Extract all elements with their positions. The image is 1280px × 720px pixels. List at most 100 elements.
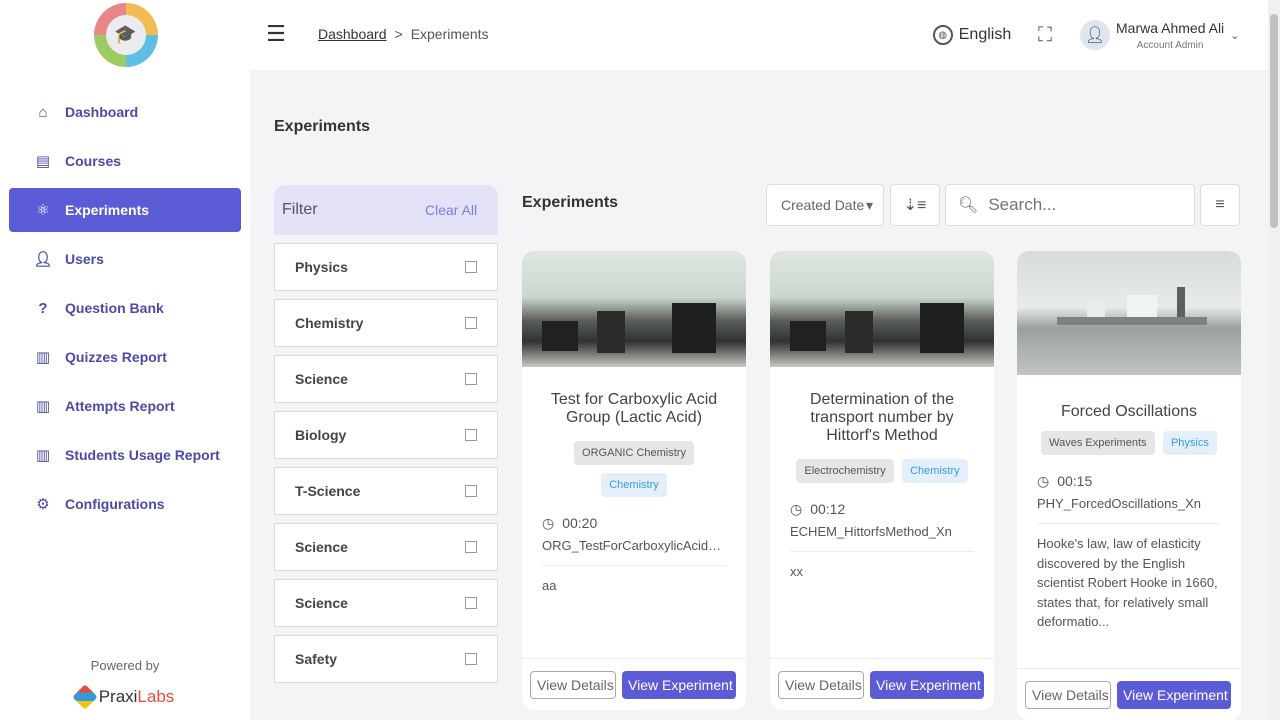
filter-header: Filter Clear All (274, 185, 498, 235)
experiment-card: Forced Oscillations Waves Experiments Ph… (1017, 251, 1241, 720)
sort-select[interactable]: Created Date ▾ (766, 184, 884, 226)
brand-left: Praxi (98, 687, 138, 706)
scrollbar-thumb[interactable] (1270, 14, 1278, 228)
card-actions: View Details View Experiment (1017, 668, 1241, 720)
list-view-menu-button[interactable]: ≡ (1200, 184, 1240, 226)
report-icon: ▥ (35, 447, 51, 464)
hamburger-menu-icon[interactable]: ☰ (250, 0, 302, 67)
sidebar-item-experiments[interactable]: ⚛ Experiments (9, 188, 241, 232)
view-experiment-button[interactable]: View Experiment (1117, 680, 1231, 709)
tag-list: ORGANIC Chemistry Chemistry (522, 437, 746, 501)
experiment-title[interactable]: Forced Oscillations (1035, 403, 1223, 421)
atom-icon: ⚛ (36, 202, 50, 219)
account-role: Account Admin (1136, 39, 1204, 51)
experiment-code: ORG_TestForCarboxylicAcidGroup (542, 538, 726, 553)
filter-checkbox[interactable] (465, 485, 477, 497)
filter-item-label: Safety (295, 651, 338, 667)
clock-icon: ◷ (1037, 473, 1050, 489)
user-icon: 👤︎ (33, 251, 53, 268)
filter-item-science-3[interactable]: Science (274, 579, 498, 627)
filter-item-t-science[interactable]: T-Science (274, 467, 498, 515)
clock-icon: ◷ (790, 501, 803, 517)
book-icon: ▤ (35, 153, 51, 170)
experiment-thumbnail (1017, 251, 1241, 375)
experiment-title[interactable]: Test for Carboxylic Acid Group (Lactic A… (540, 391, 728, 427)
sidebar-item-label: Experiments (65, 202, 150, 218)
clock-icon: ◷ (542, 515, 555, 531)
sort-order-icon: ⇣≡ (903, 197, 927, 214)
sidebar-item-label: Question Bank (65, 300, 164, 316)
report-icon: ▥ (35, 398, 51, 415)
experiment-duration: 00:15 (1057, 473, 1093, 489)
sidebar-item-students-usage-report[interactable]: ▥ Students Usage Report (9, 433, 241, 477)
logo-bulb-icon: 🎓 (93, 2, 158, 67)
graduation-cap-icon: 🎓 (105, 14, 146, 55)
category-tag: Waves Experiments (1041, 431, 1155, 455)
filter-item-biology[interactable]: Biology (274, 411, 498, 459)
filter-checkbox[interactable] (465, 429, 477, 441)
view-experiment-button[interactable]: View Experiment (622, 670, 736, 699)
sidebar-item-dashboard[interactable]: ⌂ Dashboard (9, 90, 241, 134)
filter-item-label: Science (295, 595, 348, 611)
chevron-down-icon: ⌄ (1230, 29, 1240, 42)
language-selector[interactable]: ◍ English (922, 0, 1022, 70)
tag-list: Electrochemistry Chemistry (770, 455, 994, 487)
experiment-thumbnail (770, 251, 994, 367)
breadcrumb-dashboard-link[interactable]: Dashboard (318, 26, 387, 42)
filter-checkbox[interactable] (465, 373, 477, 385)
app-logo[interactable]: 🎓 (24, 0, 227, 69)
sidebar-item-question-bank[interactable]: ? Question Bank (9, 286, 241, 330)
breadcrumb: Dashboard > Experiments (318, 26, 489, 42)
sidebar-item-label: Attempts Report (65, 398, 175, 414)
subject-tag: Chemistry (601, 473, 667, 497)
filter-checkbox[interactable] (465, 597, 477, 609)
filter-item-science[interactable]: Science (274, 355, 498, 403)
tag-list: Waves Experiments Physics (1017, 427, 1241, 459)
brand-right: Labs (137, 687, 175, 706)
praxilabs-logo: Praxi Labs (0, 684, 250, 710)
fullscreen-icon[interactable]: ⛶ (1022, 0, 1068, 70)
experiment-code: ECHEM_HittorfsMethod_Xn (790, 524, 952, 539)
sidebar-item-label: Users (65, 251, 104, 267)
sidebar-item-label: Students Usage Report (65, 447, 220, 463)
subject-tag: Chemistry (902, 459, 968, 483)
filter-checkbox[interactable] (465, 317, 477, 329)
sidebar-item-quizzes-report[interactable]: ▥ Quizzes Report (9, 335, 241, 379)
sort-direction-button[interactable]: ⇣≡ (890, 184, 940, 226)
view-details-button[interactable]: View Details (1025, 680, 1111, 709)
filter-item-science-2[interactable]: Science (274, 523, 498, 571)
filter-item-physics[interactable]: Physics (274, 243, 498, 291)
search-icon: 🔍︎ (958, 197, 979, 214)
filter-item-chemistry[interactable]: Chemistry (274, 299, 498, 347)
avatar: 👤︎ (1080, 20, 1110, 50)
page-scrollbar[interactable] (1268, 0, 1280, 720)
category-tag: ORGANIC Chemistry (574, 441, 694, 465)
question-icon: ? (38, 299, 48, 317)
filter-checkbox[interactable] (465, 653, 477, 665)
view-details-button[interactable]: View Details (530, 670, 616, 699)
view-details-button[interactable]: View Details (778, 670, 864, 699)
filter-item-safety[interactable]: Safety (274, 635, 498, 683)
sidebar-item-courses[interactable]: ▤ Courses (9, 139, 241, 183)
search-input[interactable] (988, 195, 1179, 215)
filter-item-label: Physics (295, 259, 348, 275)
filter-checkbox[interactable] (465, 261, 477, 273)
card-actions: View Details View Experiment (770, 658, 994, 710)
experiment-meta: ◷ 00:15 PHY_ForcedOscillations_Xn (1037, 473, 1221, 511)
account-menu[interactable]: 👤︎ Marwa Ahmed Ali Account Admin ⌄ (1068, 0, 1252, 70)
sidebar-item-users[interactable]: 👤︎ Users (9, 237, 241, 281)
account-name: Marwa Ahmed Ali (1116, 19, 1225, 36)
filter-checkbox[interactable] (465, 541, 477, 553)
filter-title: Filter (282, 201, 318, 218)
sidebar-item-label: Quizzes Report (65, 349, 167, 365)
sidebar: 🎓 ⌂ Dashboard ▤ Courses ⚛ Experiments 👤︎… (0, 0, 250, 720)
clear-all-button[interactable]: Clear All (412, 193, 490, 227)
sidebar-item-label: Dashboard (65, 104, 139, 120)
view-experiment-button[interactable]: View Experiment (870, 670, 984, 699)
caret-down-icon: ▾ (865, 196, 873, 213)
experiment-title[interactable]: Determination of the transport number by… (788, 391, 976, 445)
sidebar-item-attempts-report[interactable]: ▥ Attempts Report (9, 384, 241, 428)
divider (790, 551, 974, 552)
experiment-meta: ◷ 00:20 ORG_TestForCarboxylicAcidGroup (542, 515, 726, 553)
sidebar-item-configurations[interactable]: ⚙ Configurations (9, 482, 241, 526)
